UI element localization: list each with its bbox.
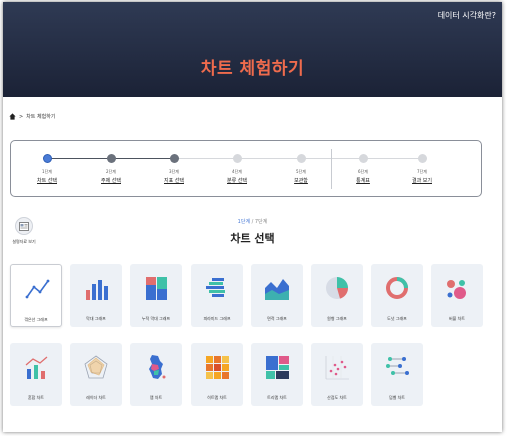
chart-option-dumbbell-chart[interactable]: 덤벨 차트 bbox=[371, 343, 423, 406]
step-5[interactable]: 5단계보관함 bbox=[279, 154, 323, 184]
step-dot bbox=[232, 154, 242, 163]
chart-option-bar-chart[interactable]: 막대 그래프 bbox=[70, 264, 122, 327]
chart-option-mixed-chart[interactable]: 혼합 차트 bbox=[10, 343, 62, 406]
step-dot bbox=[42, 154, 52, 163]
scatter-chart-icon bbox=[325, 356, 349, 380]
page-current: 1단계 bbox=[237, 219, 251, 225]
chart-option-label: 트리맵 차트 bbox=[267, 395, 287, 400]
step-dot bbox=[358, 154, 368, 163]
breadcrumb: > 차트 체험하기 bbox=[9, 113, 55, 120]
chart-option-label: 피라미드 그래프 bbox=[203, 316, 231, 321]
page-frame: 데이터 시각화란? 차트 체험하기 > 차트 체험하기 1단계 차트 선택 2단계 주… bbox=[3, 2, 502, 432]
bar-chart-icon bbox=[86, 280, 108, 300]
step-label: 주제 선택 bbox=[101, 178, 121, 184]
pie-chart-icon bbox=[326, 277, 348, 299]
step-dot bbox=[169, 154, 179, 163]
breadcrumb-separator: > bbox=[19, 113, 24, 120]
mixed-chart-icon bbox=[25, 356, 48, 379]
step-number: 1단계 bbox=[42, 169, 52, 174]
heatmap-chart-icon bbox=[206, 356, 229, 379]
chart-option-line-chart[interactable]: 꺾은선 그래프 bbox=[10, 264, 62, 327]
radar-chart-icon bbox=[84, 355, 108, 379]
step-number: 6단계 bbox=[358, 169, 368, 174]
dumbbell-chart-icon bbox=[386, 357, 409, 375]
page-total: / 7단계 bbox=[250, 219, 268, 225]
step-7[interactable]: 7단계결과 보기 bbox=[400, 154, 444, 184]
step-progress: 1단계차트 선택 2단계주제 선택 3단계지표 선택 4단계분류 선택 5단계보관함 6단… bbox=[10, 140, 482, 197]
step-4[interactable]: 4단계분류 선택 bbox=[215, 154, 259, 184]
step-label: 통계표 bbox=[356, 178, 370, 184]
step-dot bbox=[296, 154, 306, 163]
line-chart-icon bbox=[25, 279, 50, 299]
chart-option-label: 원형 그래프 bbox=[327, 316, 347, 321]
step-label: 지표 선택 bbox=[164, 178, 184, 184]
step-divider bbox=[331, 149, 332, 189]
chart-option-radar-chart[interactable]: 레이더 차트 bbox=[70, 343, 122, 406]
chart-option-label: 도넛 그래프 bbox=[387, 316, 407, 321]
chart-option-label: 면적 그래프 bbox=[267, 316, 287, 321]
step-number: 2단계 bbox=[106, 169, 116, 174]
pyramid-chart-icon bbox=[206, 278, 225, 297]
chart-option-stacked-bar-chart[interactable]: 누적 막대 그래프 bbox=[130, 264, 182, 327]
step-label: 차트 선택 bbox=[37, 178, 57, 184]
step-dot bbox=[417, 154, 427, 163]
chart-option-bubble-chart[interactable]: 버블 차트 bbox=[431, 264, 483, 327]
step-number: 7단계 bbox=[417, 169, 427, 174]
chart-option-label: 산점도 차트 bbox=[327, 395, 347, 400]
step-label: 분류 선택 bbox=[227, 178, 247, 184]
chart-option-donut-chart[interactable]: 도넛 그래프 bbox=[371, 264, 423, 327]
step-number: 3단계 bbox=[169, 169, 179, 174]
page-indicator: 1단계 / 7단계 bbox=[3, 218, 502, 225]
bubble-chart-icon bbox=[447, 280, 466, 299]
chart-option-label: 레이더 차트 bbox=[86, 395, 106, 400]
chart-option-label: 막대 그래프 bbox=[86, 316, 106, 321]
chart-option-label: 맵 차트 bbox=[149, 395, 163, 400]
step-2[interactable]: 2단계주제 선택 bbox=[89, 154, 133, 184]
step-label: 보관함 bbox=[294, 178, 308, 184]
area-chart-icon bbox=[265, 279, 289, 300]
step-1[interactable]: 1단계차트 선택 bbox=[25, 154, 69, 184]
chart-option-pyramid-chart[interactable]: 피라미드 그래프 bbox=[191, 264, 243, 327]
stacked-bar-chart-icon bbox=[146, 277, 167, 300]
step-3[interactable]: 3단계지표 선택 bbox=[152, 154, 196, 184]
step-dot bbox=[106, 154, 116, 163]
chart-option-label: 누적 막대 그래프 bbox=[141, 316, 171, 321]
chart-option-label: 히트맵 차트 bbox=[207, 395, 227, 400]
what-is-visualization-link[interactable]: 데이터 시각화란? bbox=[438, 10, 496, 21]
chart-option-scatter-chart[interactable]: 산점도 차트 bbox=[311, 343, 363, 406]
step-number: 4단계 bbox=[232, 169, 242, 174]
step-6[interactable]: 6단계통계표 bbox=[341, 154, 385, 184]
step-label: 결과 보기 bbox=[412, 178, 432, 184]
home-icon[interactable] bbox=[9, 113, 16, 120]
chart-option-label: 혼합 차트 bbox=[28, 395, 44, 400]
chart-option-label: 꺾은선 그래프 bbox=[24, 317, 48, 322]
chart-option-label: 버블 차트 bbox=[449, 316, 465, 321]
chart-option-area-chart[interactable]: 면적 그래프 bbox=[251, 264, 303, 327]
chart-option-pie-chart[interactable]: 원형 그래프 bbox=[311, 264, 363, 327]
step-number: 5단계 bbox=[296, 169, 306, 174]
page-header: 데이터 시각화란? 차트 체험하기 bbox=[3, 2, 502, 97]
treemap-chart-icon bbox=[266, 356, 289, 379]
chart-option-label: 덤벨 차트 bbox=[389, 395, 405, 400]
section-title: 차트 선택 bbox=[230, 232, 275, 245]
map-chart-icon bbox=[149, 355, 166, 379]
chart-option-heatmap-chart[interactable]: 히트맵 차트 bbox=[191, 343, 243, 406]
page-title: 차트 체험하기 bbox=[200, 59, 305, 79]
chart-option-treemap-chart[interactable]: 트리맵 차트 bbox=[251, 343, 303, 406]
donut-chart-icon bbox=[386, 277, 408, 299]
chart-option-map-chart[interactable]: 맵 차트 bbox=[130, 343, 182, 406]
breadcrumb-current: 차트 체험하기 bbox=[26, 114, 56, 120]
